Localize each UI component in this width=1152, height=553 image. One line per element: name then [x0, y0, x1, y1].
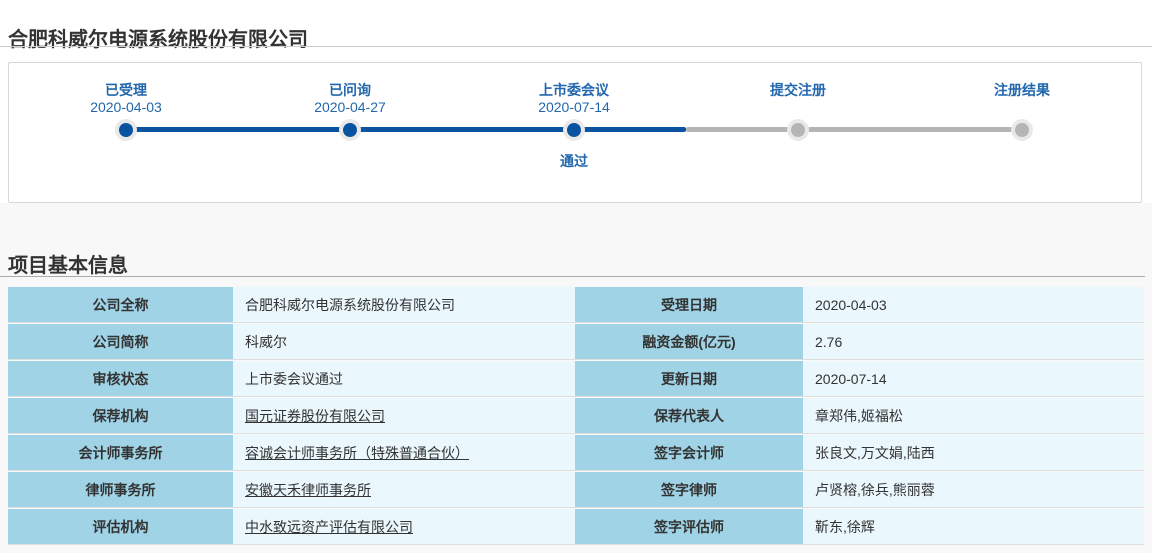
- table-value-text: 2020-04-03: [815, 296, 887, 313]
- timeline-stage-5: 注册结果: [910, 63, 1134, 137]
- project-basic-info-table: 公司全称 合肥科威尔电源系统股份有限公司 受理日期 2020-04-03 公司简…: [8, 285, 1144, 546]
- timeline-stage-date: 2020-04-03: [90, 99, 162, 115]
- timeline-stage-name: 提交注册: [770, 82, 826, 98]
- table-value-cell: 2.76: [803, 324, 1144, 359]
- table-label-cell: 公司简称: [8, 324, 233, 359]
- table-value-text: 卢贤榕,徐兵,熊丽蓉: [815, 481, 935, 498]
- timeline-stage-name: 注册结果: [994, 82, 1050, 98]
- timeline-stage-1: 已受理 2020-04-03: [14, 63, 238, 137]
- timeline-stage-date: [686, 99, 910, 116]
- timeline-stage-date: 2020-07-14: [538, 99, 610, 115]
- header-divider: [0, 46, 1152, 47]
- table-value-text: 2020-07-14: [815, 370, 887, 387]
- table-value-cell: 张良文,万文娟,陆西: [803, 435, 1144, 470]
- table-label-cell: 保荐机构: [8, 398, 233, 433]
- table-label-cell: 会计师事务所: [8, 435, 233, 470]
- org-link[interactable]: 容诚会计师事务所（特殊普通合伙）: [245, 445, 469, 461]
- table-value-text: 科威尔: [245, 333, 287, 350]
- timeline-stage-name: 已问询: [329, 82, 371, 98]
- table-value-cell: 中水致远资产评估有限公司: [233, 509, 575, 544]
- org-link[interactable]: 国元证券股份有限公司: [245, 408, 385, 424]
- timeline-stage-dot-icon: [119, 123, 133, 137]
- table-value-cell: 2020-04-03: [803, 287, 1144, 322]
- section-title: 项目基本信息: [8, 254, 128, 277]
- table-row: 评估机构 中水致远资产评估有限公司 签字评估师 靳东,徐辉: [8, 509, 1144, 544]
- table-label-cell: 评估机构: [8, 509, 233, 544]
- timeline-stage-dot-icon: [343, 123, 357, 137]
- audit-progress-timeline: 已受理 2020-04-03 已问询 2020-04-27 上市委会议 2020…: [8, 62, 1142, 203]
- timeline-stage-date: [910, 99, 1134, 116]
- table-value-text: 章郑伟,姬福松: [815, 407, 903, 424]
- timeline-stage-dot-icon: [567, 123, 581, 137]
- table-value-cell: 章郑伟,姬福松: [803, 398, 1144, 433]
- timeline-stage-dot-icon: [791, 123, 805, 137]
- timeline-stage-date: 2020-04-27: [314, 99, 386, 115]
- table-value-cell: 靳东,徐辉: [803, 509, 1144, 544]
- table-value-text: 2.76: [815, 333, 843, 350]
- timeline-track-completed: [126, 127, 686, 132]
- table-value-cell: 国元证券股份有限公司: [233, 398, 575, 433]
- timeline-stage-dot-icon: [1015, 123, 1029, 137]
- timeline-stage-4: 提交注册: [686, 63, 910, 137]
- table-label-cell: 律师事务所: [8, 472, 233, 507]
- table-label-cell: 融资金额(亿元): [575, 324, 803, 359]
- table-value-text: 合肥科威尔电源系统股份有限公司: [245, 296, 455, 313]
- timeline-stage-3: 上市委会议 2020-07-14 通过: [462, 63, 686, 169]
- timeline-stage-name: 已受理: [105, 82, 147, 98]
- table-label-cell: 更新日期: [575, 361, 803, 396]
- table-row: 公司简称 科威尔 融资金额(亿元) 2.76: [8, 324, 1144, 359]
- table-label-cell: 签字会计师: [575, 435, 803, 470]
- page-title: 合肥科威尔电源系统股份有限公司: [8, 29, 308, 52]
- table-row: 保荐机构 国元证券股份有限公司 保荐代表人 章郑伟,姬福松: [8, 398, 1144, 433]
- table-value-cell: 卢贤榕,徐兵,熊丽蓉: [803, 472, 1144, 507]
- table-row: 公司全称 合肥科威尔电源系统股份有限公司 受理日期 2020-04-03: [8, 287, 1144, 322]
- table-label-cell: 受理日期: [575, 287, 803, 322]
- table-row: 律师事务所 安徽天禾律师事务所 签字律师 卢贤榕,徐兵,熊丽蓉: [8, 472, 1144, 507]
- table-label-cell: 签字律师: [575, 472, 803, 507]
- table-value-cell: 容诚会计师事务所（特殊普通合伙）: [233, 435, 575, 470]
- timeline-stage-result: 通过: [560, 153, 588, 169]
- table-row: 审核状态 上市委会议通过 更新日期 2020-07-14: [8, 361, 1144, 396]
- table-value-cell: 上市委会议通过: [233, 361, 575, 396]
- table-value-cell: 合肥科威尔电源系统股份有限公司: [233, 287, 575, 322]
- table-value-cell: 安徽天禾律师事务所: [233, 472, 575, 507]
- table-label-cell: 签字评估师: [575, 509, 803, 544]
- table-value-cell: 科威尔: [233, 324, 575, 359]
- org-link[interactable]: 中水致远资产评估有限公司: [245, 519, 413, 535]
- org-link[interactable]: 安徽天禾律师事务所: [245, 482, 371, 498]
- table-label-cell: 公司全称: [8, 287, 233, 322]
- section-divider: [0, 276, 1145, 277]
- timeline-track-pending: [686, 127, 1022, 132]
- table-label-cell: 审核状态: [8, 361, 233, 396]
- timeline-stage-2: 已问询 2020-04-27: [238, 63, 462, 137]
- table-row: 会计师事务所 容诚会计师事务所（特殊普通合伙） 签字会计师 张良文,万文娟,陆西: [8, 435, 1144, 470]
- table-value-text: 张良文,万文娟,陆西: [815, 444, 935, 461]
- table-value-cell: 2020-07-14: [803, 361, 1144, 396]
- table-value-text: 靳东,徐辉: [815, 518, 875, 535]
- timeline-stage-name: 上市委会议: [539, 82, 609, 98]
- table-value-text: 上市委会议通过: [245, 370, 343, 387]
- table-label-cell: 保荐代表人: [575, 398, 803, 433]
